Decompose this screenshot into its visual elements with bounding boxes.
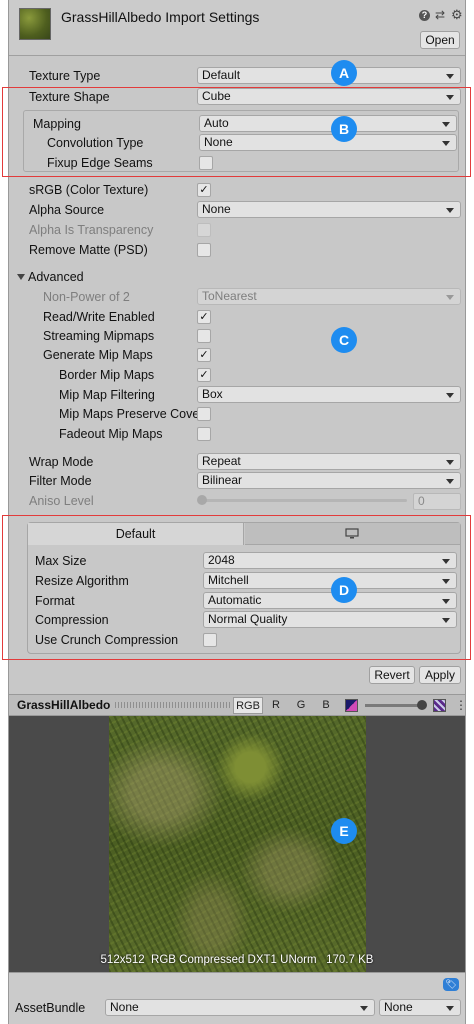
aniso-level-field: 0 bbox=[413, 493, 461, 510]
mip-maps-preserve-coverage-label: Mip Maps Preserve Cove bbox=[59, 407, 197, 421]
fadeout-mip-maps-label: Fadeout Mip Maps bbox=[59, 427, 163, 441]
callout-badge-a: A bbox=[331, 60, 357, 86]
srgb-checkbox[interactable]: ✓ bbox=[197, 183, 211, 197]
alpha-source-label: Alpha Source bbox=[29, 203, 105, 217]
alpha-source-dropdown[interactable]: None bbox=[197, 201, 461, 218]
read-write-label: Read/Write Enabled bbox=[43, 310, 155, 324]
aniso-level-label: Aniso Level bbox=[29, 494, 94, 508]
alpha-source-value: None bbox=[202, 202, 231, 216]
srgb-label: sRGB (Color Texture) bbox=[29, 183, 149, 197]
preview-title: GrassHillAlbedo bbox=[17, 698, 111, 712]
remove-matte-label: Remove Matte (PSD) bbox=[29, 243, 148, 257]
generate-mip-maps-checkbox[interactable]: ✓ bbox=[197, 348, 211, 362]
texture-type-value: Default bbox=[202, 68, 241, 82]
wrap-mode-value: Repeat bbox=[202, 454, 241, 468]
mip-level-slider-track bbox=[365, 704, 425, 707]
help-icon[interactable]: ? bbox=[419, 10, 430, 21]
chevron-down-icon bbox=[446, 295, 454, 300]
aniso-level-slider-handle bbox=[197, 495, 207, 505]
inspector-title: GrassHillAlbedo Import Settings bbox=[61, 9, 260, 25]
footer-bar bbox=[9, 972, 465, 1024]
chevron-down-icon bbox=[446, 1006, 454, 1011]
callout-badge-b: B bbox=[331, 116, 357, 142]
mip-map-filtering-dropdown[interactable]: Box bbox=[197, 386, 461, 403]
channel-b-button[interactable]: B bbox=[315, 697, 337, 714]
aniso-level-slider-track bbox=[201, 499, 407, 502]
open-button[interactable]: Open bbox=[420, 31, 460, 49]
border-mip-maps-checkbox[interactable]: ✓ bbox=[197, 368, 211, 382]
label-tag-icon[interactable]: 🏷 bbox=[443, 978, 459, 991]
non-power-of-2-dropdown: ToNearest bbox=[197, 288, 461, 305]
filter-mode-label: Filter Mode bbox=[29, 474, 92, 488]
filter-mode-dropdown[interactable]: Bilinear bbox=[197, 472, 461, 489]
assetbundle-variant-dropdown[interactable]: None bbox=[379, 999, 461, 1016]
wrap-mode-label: Wrap Mode bbox=[29, 455, 94, 469]
wrap-mode-dropdown[interactable]: Repeat bbox=[197, 453, 461, 470]
apply-button[interactable]: Apply bbox=[419, 666, 461, 684]
mip-preview-icon[interactable] bbox=[433, 699, 446, 712]
generate-mip-maps-label: Generate Mip Maps bbox=[43, 348, 153, 362]
assetbundle-label: AssetBundle bbox=[15, 1001, 86, 1015]
revert-button[interactable]: Revert bbox=[369, 666, 415, 684]
assetbundle-name-value: None bbox=[110, 1000, 139, 1014]
chevron-down-icon bbox=[446, 208, 454, 213]
filter-mode-value: Bilinear bbox=[202, 473, 243, 487]
texture-thumbnail bbox=[19, 8, 51, 40]
channel-g-button[interactable]: G bbox=[290, 697, 312, 714]
mip-map-filtering-value: Box bbox=[202, 387, 223, 401]
chevron-down-icon bbox=[446, 393, 454, 398]
mip-map-filtering-label: Mip Map Filtering bbox=[59, 388, 155, 402]
fadeout-mip-maps-checkbox[interactable] bbox=[197, 427, 211, 441]
assetbundle-name-dropdown[interactable]: None bbox=[105, 999, 375, 1016]
texture-preview-image bbox=[109, 716, 366, 972]
channel-rgb-button[interactable]: RGB bbox=[233, 697, 263, 714]
streaming-mipmaps-checkbox[interactable] bbox=[197, 329, 211, 343]
callout-box-d bbox=[2, 515, 471, 660]
inspector-header: GrassHillAlbedo Import Settings ? ⇄ ⚙ Op… bbox=[9, 0, 465, 56]
callout-badge-e: E bbox=[331, 818, 357, 844]
mip-level-slider-handle[interactable] bbox=[417, 700, 427, 710]
texture-type-label: Texture Type bbox=[29, 69, 101, 83]
callout-badge-c: C bbox=[331, 327, 357, 353]
remove-matte-checkbox[interactable] bbox=[197, 243, 211, 257]
alpha-is-transparency-checkbox bbox=[197, 223, 211, 237]
preview-menu-icon[interactable]: ⋮ bbox=[455, 699, 465, 711]
streaming-mipmaps-label: Streaming Mipmaps bbox=[43, 329, 155, 343]
chevron-down-icon bbox=[446, 460, 454, 465]
border-mip-maps-label: Border Mip Maps bbox=[59, 368, 155, 382]
alpha-preview-icon[interactable] bbox=[345, 699, 358, 712]
advanced-foldout-label[interactable]: Advanced bbox=[28, 270, 84, 284]
channel-r-button[interactable]: R bbox=[265, 697, 287, 714]
read-write-checkbox[interactable]: ✓ bbox=[197, 310, 211, 324]
chevron-down-icon bbox=[446, 74, 454, 79]
sliders-icon[interactable]: ⇄ bbox=[435, 8, 445, 22]
texture-type-dropdown[interactable]: Default bbox=[197, 67, 461, 84]
preview-drag-handle[interactable] bbox=[115, 702, 231, 708]
non-power-of-2-label: Non-Power of 2 bbox=[43, 290, 130, 304]
chevron-down-icon bbox=[360, 1006, 368, 1011]
gear-icon[interactable]: ⚙ bbox=[451, 7, 463, 23]
alpha-is-transparency-label: Alpha Is Transparency bbox=[29, 223, 154, 237]
texture-info-text: 512x512 RGB Compressed DXT1 UNorm 170.7 … bbox=[100, 954, 374, 966]
callout-badge-d: D bbox=[331, 577, 357, 603]
chevron-down-icon bbox=[446, 479, 454, 484]
mip-maps-preserve-coverage-checkbox[interactable] bbox=[197, 407, 211, 421]
advanced-foldout-arrow-icon[interactable] bbox=[17, 274, 25, 280]
assetbundle-variant-value: None bbox=[384, 1000, 413, 1014]
non-power-of-2-value: ToNearest bbox=[202, 289, 257, 303]
callout-box-b bbox=[2, 87, 471, 177]
